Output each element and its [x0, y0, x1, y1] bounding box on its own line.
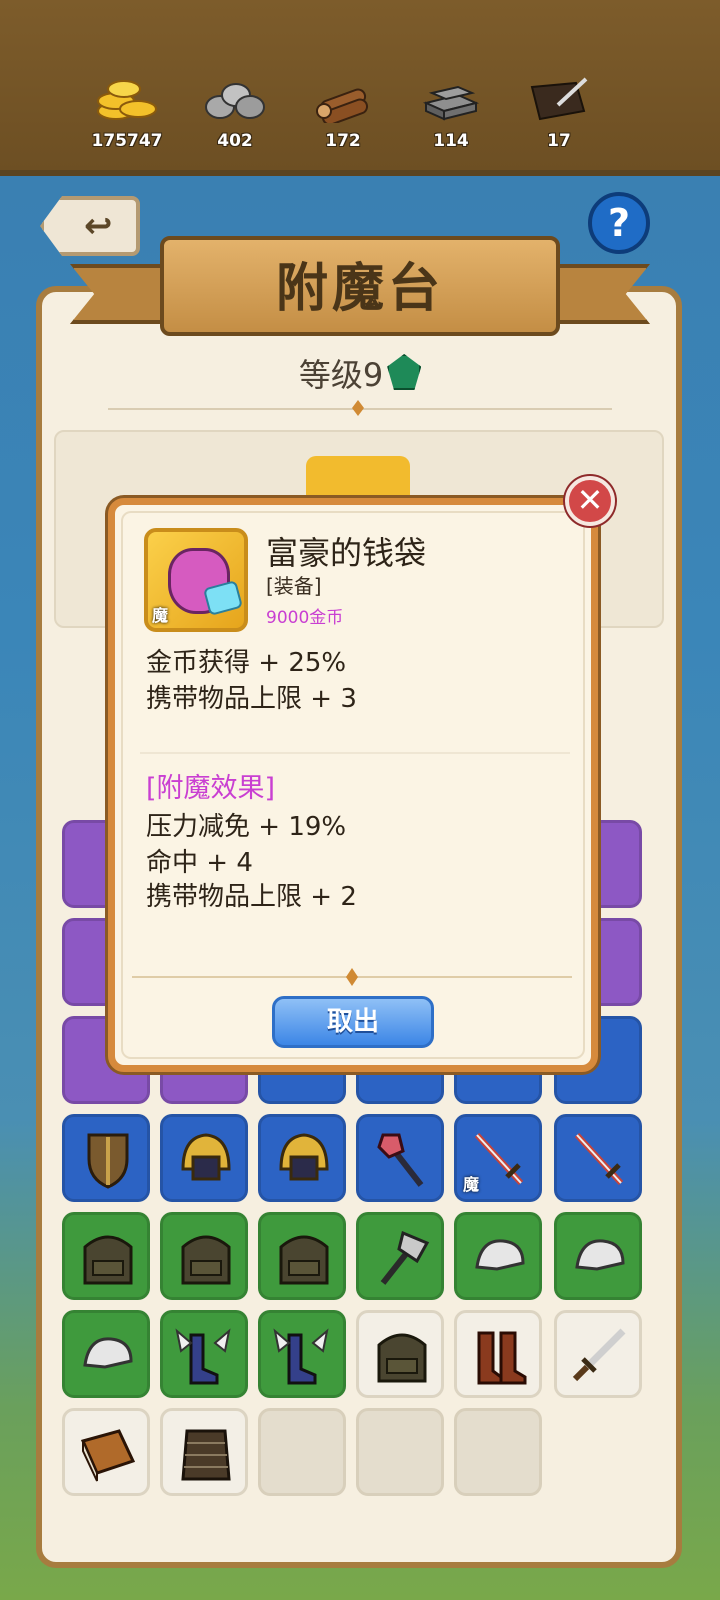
- iron-ingot-icon: [418, 75, 484, 123]
- resource-wood: 172: [298, 75, 388, 165]
- shield-icon: [87, 1133, 129, 1189]
- close-icon: ✕: [576, 481, 604, 519]
- winged-boots-icon: [175, 1328, 231, 1385]
- leather-boots-icon: [477, 1331, 527, 1385]
- item-name: 富豪的钱袋: [266, 534, 427, 572]
- resource-leather: 17: [514, 75, 604, 165]
- enchant-tag: 魔: [463, 1175, 480, 1194]
- cap-icon: [83, 1337, 133, 1369]
- enchant-tag: 魔: [152, 606, 169, 625]
- scepter-icon: [377, 1133, 424, 1187]
- inventory-slot-empty[interactable]: [356, 1408, 444, 1496]
- base-stat: 金币获得 + 25%: [146, 648, 347, 678]
- inventory-slot-empty[interactable]: [258, 1408, 346, 1496]
- inventory-slot-backpack[interactable]: [258, 1212, 346, 1300]
- resource-bar: 175747 402 172 114 17: [0, 0, 720, 176]
- backpack-icon: [181, 1235, 231, 1285]
- enchant-stat: 携带物品上限 + 2: [146, 882, 357, 912]
- inventory-slot-scepter[interactable]: [356, 1114, 444, 1202]
- enchant-stat: 命中 + 4: [146, 848, 253, 878]
- divider: [140, 752, 570, 754]
- iron-count: 114: [433, 131, 469, 151]
- inventory-slot-backpack[interactable]: [160, 1212, 248, 1300]
- leather-icon: [526, 75, 592, 123]
- gold-coins-icon: [94, 75, 160, 123]
- sword-icon: [574, 1132, 624, 1186]
- backpack-icon: [377, 1333, 427, 1383]
- inventory-slot-boots[interactable]: [454, 1310, 542, 1398]
- inventory-slot-armor[interactable]: [160, 1408, 248, 1496]
- backpack-icon: [279, 1235, 329, 1285]
- inventory-slot-sword[interactable]: [554, 1114, 642, 1202]
- inventory-slot-book[interactable]: [62, 1408, 150, 1496]
- inventory-slot-cap[interactable]: [454, 1212, 542, 1300]
- enchant-title: [附魔效果]: [146, 773, 276, 804]
- resource-iron: 114: [406, 75, 496, 165]
- emerald-gem-icon: [387, 354, 422, 390]
- inventory-slot-cap[interactable]: [62, 1310, 150, 1398]
- inventory-slot-backpack[interactable]: [62, 1212, 150, 1300]
- inventory-slot-helmet[interactable]: [160, 1114, 248, 1202]
- enchant-stat: 压力减免 + 19%: [146, 812, 347, 842]
- item-icon: 魔: [144, 528, 248, 632]
- inventory-slot-backpack[interactable]: [356, 1310, 444, 1398]
- chainmail-icon: [181, 1429, 231, 1481]
- base-stat: 携带物品上限 + 3: [146, 684, 357, 714]
- helmet-icon: [181, 1133, 231, 1181]
- inventory-slot-empty[interactable]: [454, 1408, 542, 1496]
- winged-boots-icon: [273, 1328, 329, 1385]
- page-title: 附魔台: [275, 259, 444, 319]
- axe-icon: [380, 1230, 430, 1285]
- inventory-slot-dagger[interactable]: [554, 1310, 642, 1398]
- gold-count: 175747: [91, 131, 163, 151]
- resource-stone: 402: [190, 75, 280, 165]
- resource-gold: 175747: [82, 75, 172, 165]
- inventory-slot-shield[interactable]: [62, 1114, 150, 1202]
- stone-icon: [202, 75, 268, 123]
- spellbook-icon: [80, 1429, 136, 1482]
- take-out-button[interactable]: 取出: [272, 996, 434, 1048]
- inventory-slot-boots[interactable]: [160, 1310, 248, 1398]
- inventory-slot-cap[interactable]: [554, 1212, 642, 1300]
- close-button[interactable]: ✕: [565, 476, 615, 526]
- inventory-slot-axe[interactable]: [356, 1212, 444, 1300]
- stone-count: 402: [217, 131, 253, 151]
- leather-count: 17: [547, 131, 571, 151]
- cap-icon: [475, 1239, 525, 1271]
- helmet-icon: [279, 1133, 329, 1181]
- title-ribbon: 附魔台: [70, 226, 650, 356]
- dagger-icon: [572, 1328, 626, 1382]
- cap-icon: [575, 1239, 625, 1271]
- item-type: [装备]: [266, 574, 322, 598]
- inventory-slot-boots[interactable]: [258, 1310, 346, 1398]
- inventory-slot-sword[interactable]: 魔: [454, 1114, 542, 1202]
- level-display: 等级9: [0, 350, 720, 396]
- wood-count: 172: [325, 131, 361, 151]
- level-label: 等级9: [298, 356, 384, 394]
- inventory-slot-helmet[interactable]: [258, 1114, 346, 1202]
- wood-logs-icon: [310, 75, 376, 126]
- backpack-icon: [83, 1235, 133, 1285]
- item-price: 9000金币: [266, 608, 344, 628]
